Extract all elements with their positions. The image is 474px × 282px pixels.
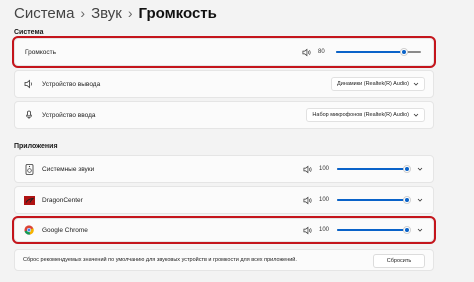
- input-device-select[interactable]: Набор микрофонов (Realtek(R) Audio): [306, 108, 425, 122]
- app-row[interactable]: Google Chrome 100: [12, 216, 436, 244]
- reset-button[interactable]: Сбросить: [373, 254, 425, 268]
- chrome-icon: [23, 224, 35, 236]
- app-volume-value: 100: [319, 197, 330, 203]
- output-device-label: Устройство вывода: [42, 80, 101, 88]
- breadcrumb-separator: ›: [127, 5, 133, 21]
- speaker-icon[interactable]: [303, 225, 313, 235]
- breadcrumb-separator: ›: [80, 5, 86, 21]
- system-volume-value: 80: [318, 49, 325, 55]
- app-volume-value: 100: [319, 227, 330, 233]
- input-device-card: Устройство ввода Набор микрофонов (Realt…: [14, 101, 434, 129]
- output-device-select[interactable]: Динамики (Realtek(R) Audio): [331, 77, 425, 91]
- app-row[interactable]: Системные звуки 100: [14, 155, 434, 183]
- reset-description: Сброс рекомендуемых значений по умолчани…: [23, 257, 297, 263]
- speaker-icon[interactable]: [303, 195, 313, 205]
- slider-fill: [336, 51, 404, 53]
- slider-thumb[interactable]: [403, 196, 411, 204]
- chevron-down-icon: [413, 82, 419, 86]
- speaker-icon[interactable]: [303, 164, 313, 174]
- system-volume-card: Громкость 80: [12, 36, 436, 68]
- section-label-apps: Приложения: [14, 143, 58, 150]
- breadcrumb-item-sound[interactable]: Звук: [91, 5, 122, 22]
- input-device-value: Набор микрофонов (Realtek(R) Audio): [312, 112, 409, 118]
- slider-fill: [337, 229, 407, 231]
- page-title: Громкость: [138, 4, 217, 22]
- dragoncenter-icon: [23, 194, 35, 206]
- app-volume-value: 100: [319, 166, 330, 172]
- chevron-down-icon: [413, 113, 419, 117]
- input-device-label: Устройство ввода: [42, 111, 96, 119]
- app-name: Системные звуки: [42, 165, 95, 173]
- microphone-icon: [23, 109, 35, 121]
- slider-thumb[interactable]: [403, 226, 411, 234]
- speaker-output-icon: [23, 78, 35, 90]
- app-volume-slider[interactable]: [337, 195, 411, 205]
- slider-fill: [337, 199, 407, 201]
- app-volume-slider[interactable]: [337, 164, 411, 174]
- chevron-down-icon[interactable]: [415, 225, 425, 235]
- system-volume-label: Громкость: [25, 48, 56, 56]
- slider-fill: [337, 168, 407, 170]
- system-sounds-icon: [23, 163, 35, 175]
- app-name: DragonCenter: [42, 196, 83, 204]
- app-volume-slider[interactable]: [337, 225, 411, 235]
- slider-thumb[interactable]: [403, 165, 411, 173]
- speaker-icon[interactable]: [302, 47, 312, 57]
- slider-thumb[interactable]: [400, 48, 408, 56]
- output-device-value: Динамики (Realtek(R) Audio): [337, 81, 409, 87]
- section-label-system: Система: [14, 29, 44, 36]
- output-device-card: Устройство вывода Динамики (Realtek(R) A…: [14, 70, 434, 98]
- chevron-down-icon[interactable]: [415, 195, 425, 205]
- system-volume-slider[interactable]: [336, 47, 421, 57]
- chevron-down-icon[interactable]: [415, 164, 425, 174]
- reset-card: Сброс рекомендуемых значений по умолчани…: [14, 249, 434, 271]
- app-name: Google Chrome: [42, 226, 88, 234]
- breadcrumb-item-system[interactable]: Система: [14, 5, 74, 22]
- breadcrumb: Система › Звук › Громкость: [14, 3, 217, 23]
- app-row[interactable]: DragonCenter 100: [14, 186, 434, 214]
